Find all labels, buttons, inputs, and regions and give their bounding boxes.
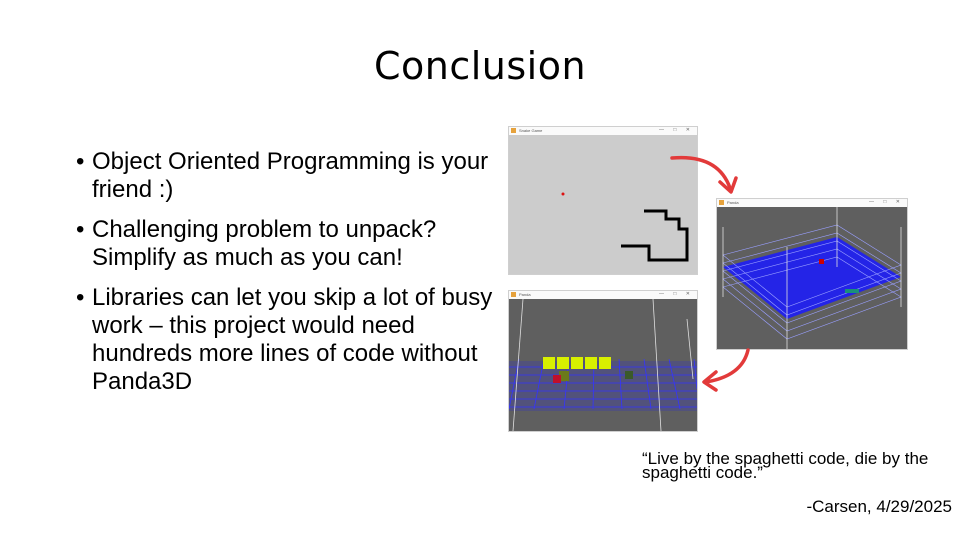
window-controls: — □ ✕ [659, 291, 694, 297]
slide-title: Conclusion [373, 44, 587, 88]
window-controls: — □ ✕ [659, 127, 694, 133]
app-icon [719, 200, 724, 205]
arrow-2d-to-3d [670, 155, 738, 194]
app-icon [511, 128, 516, 133]
bullet-list: Object Oriented Programming is your frie… [76, 148, 496, 408]
quote-text: “Live by the spaghetti code, die by the … [642, 449, 929, 482]
arrow-grid-to-cubes [702, 348, 750, 392]
window-title: Panda [519, 292, 531, 297]
quote-author: -Carsen, 4/29/2025 [806, 497, 952, 516]
bullet-item: Challenging problem to unpack? Simplify … [76, 216, 496, 272]
snake-3d-cubes-screenshot: Panda — □ ✕ [508, 290, 698, 432]
window-controls: — □ ✕ [869, 199, 904, 205]
window-title: Snake Game [519, 128, 543, 133]
snake-3d-grid-screenshot: Panda — □ ✕ [716, 198, 908, 350]
snake-3d-grid-canvas [717, 207, 907, 349]
window-title: Panda [727, 200, 739, 205]
snake-3d-cubes-canvas [509, 299, 697, 431]
app-icon [511, 292, 516, 297]
bullet-item: Object Oriented Programming is your frie… [76, 148, 496, 204]
bullet-item: Libraries can let you skip a lot of busy… [76, 284, 496, 396]
